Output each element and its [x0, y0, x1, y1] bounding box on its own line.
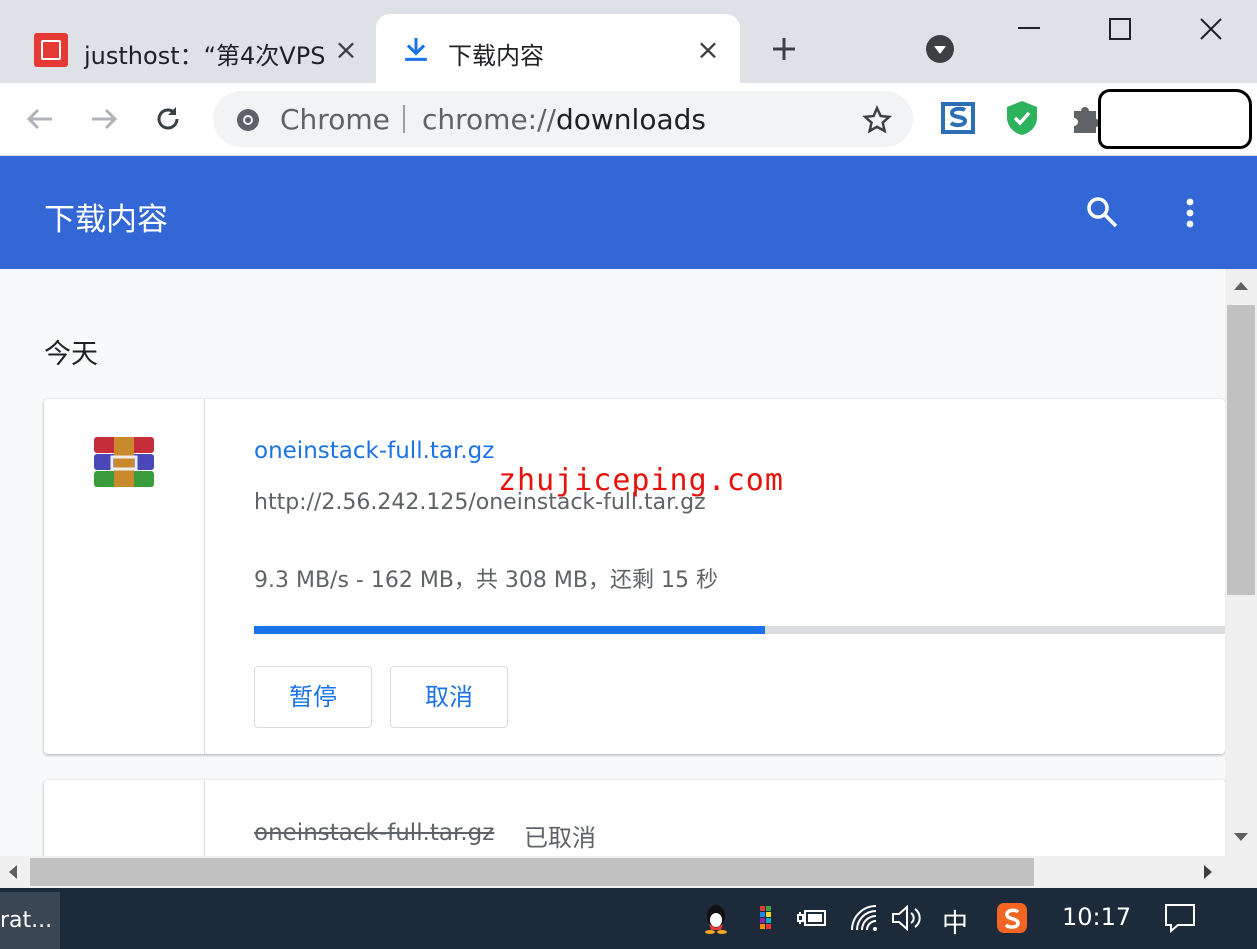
close-tab-icon[interactable]: ×	[332, 36, 360, 64]
download-item: oneinstack-full.tar.gz http://2.56.242.1…	[44, 399, 1225, 754]
close-tab-icon[interactable]: ×	[694, 36, 722, 64]
minimize-icon[interactable]	[1016, 22, 1042, 34]
volume-icon[interactable]	[890, 902, 922, 934]
tab-title: justhost：“第4次VPS测评	[84, 42, 324, 70]
taskbar: rat... 中 10:17	[0, 888, 1257, 949]
vertical-scroll-thumb[interactable]	[1227, 305, 1255, 595]
notifications-icon[interactable]	[1164, 902, 1196, 934]
site-chip: Chrome	[280, 103, 390, 136]
back-icon[interactable]	[22, 101, 58, 137]
horizontal-scrollbar[interactable]	[0, 856, 1225, 888]
pause-button[interactable]: 暂停	[254, 666, 372, 728]
vertical-scrollbar[interactable]	[1225, 269, 1257, 856]
sogou-input-icon[interactable]	[996, 902, 1028, 934]
file-name: oneinstack-full.tar.gz	[254, 820, 495, 846]
downloads-header: 下载内容	[0, 156, 1257, 269]
tab-downloads[interactable]: 下载内容 ×	[376, 14, 740, 83]
watermark: zhujiceping.com	[498, 463, 784, 498]
scroll-up-icon[interactable]	[1233, 281, 1249, 291]
close-window-icon[interactable]	[1199, 17, 1223, 41]
chrome-icon	[237, 109, 259, 131]
maximize-icon[interactable]	[1108, 17, 1132, 41]
cancel-button[interactable]: 取消	[390, 666, 508, 728]
color-grid-icon[interactable]	[752, 902, 784, 934]
horizontal-scroll-thumb[interactable]	[30, 858, 1034, 886]
page-title: 下载内容	[44, 202, 168, 238]
scroll-right-icon[interactable]	[1203, 864, 1213, 880]
card-divider	[204, 399, 205, 754]
tab-strip: justhost：“第4次VPS测评 × 下载内容 ×	[0, 0, 1257, 83]
omnibox-divider	[403, 105, 405, 133]
site-favicon-icon	[34, 33, 68, 67]
download-icon	[405, 37, 427, 61]
archive-file-icon	[94, 437, 154, 487]
file-name-link[interactable]: oneinstack-full.tar.gz	[254, 438, 494, 464]
scroll-corner	[1225, 856, 1257, 888]
qq-icon[interactable]	[700, 902, 732, 934]
browser-toolbar: Chrome chrome://downloads	[0, 83, 1257, 156]
tab-justhost[interactable]: justhost：“第4次VPS测评 ×	[0, 0, 376, 83]
ime-indicator[interactable]: 中	[942, 903, 968, 940]
progress-bar	[254, 626, 1225, 634]
cancelled-label: 已取消	[524, 824, 596, 852]
date-heading: 今天	[44, 339, 98, 370]
forward-icon[interactable]	[86, 101, 122, 137]
url-text[interactable]: chrome://downloads	[422, 103, 706, 136]
reload-icon[interactable]	[150, 101, 186, 137]
scroll-down-icon[interactable]	[1233, 832, 1249, 842]
clock[interactable]: 10:17	[1062, 903, 1131, 931]
tab-title: 下载内容	[448, 42, 544, 70]
omnibox[interactable]: Chrome chrome://downloads	[213, 91, 913, 147]
taskbar-app[interactable]: rat...	[0, 892, 60, 949]
profile-area[interactable]	[1098, 89, 1252, 149]
more-options-icon[interactable]	[1178, 196, 1202, 230]
battery-icon[interactable]	[796, 902, 828, 934]
scroll-left-icon[interactable]	[8, 864, 18, 880]
tab-search-icon[interactable]	[925, 34, 955, 64]
bookmark-star-icon[interactable]	[862, 105, 892, 135]
new-tab-icon[interactable]	[770, 35, 798, 63]
shield-extension-icon[interactable]	[1004, 99, 1040, 137]
s-extension-icon[interactable]	[940, 99, 976, 137]
progress-fill	[254, 626, 765, 634]
download-status: 9.3 MB/s - 162 MB，共 308 MB，还剩 15 秒	[254, 568, 718, 593]
wifi-icon[interactable]	[848, 902, 880, 934]
search-icon[interactable]	[1085, 195, 1119, 229]
